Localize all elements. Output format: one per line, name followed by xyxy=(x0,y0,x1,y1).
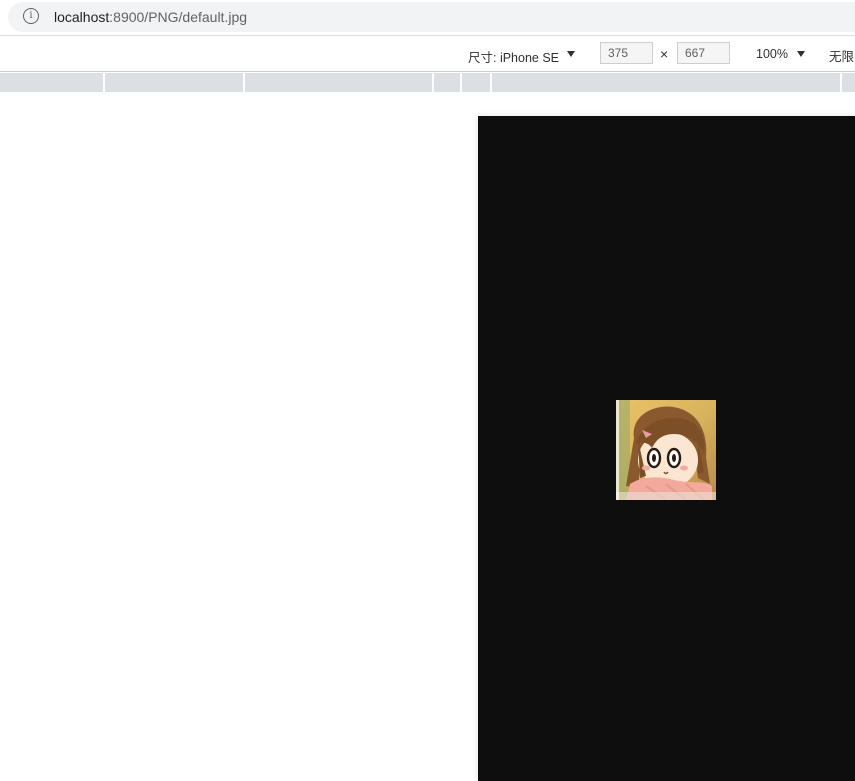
height-input[interactable]: 667 xyxy=(677,42,730,64)
width-input[interactable]: 375 xyxy=(600,42,653,64)
media-query-divider xyxy=(490,73,492,92)
media-query-divider xyxy=(103,73,105,92)
url-host: localhost xyxy=(54,9,110,25)
zoom-select-label[interactable]: 100% xyxy=(756,47,788,61)
caret-down-icon[interactable] xyxy=(797,51,805,57)
media-query-bar[interactable] xyxy=(0,73,855,92)
media-query-divider xyxy=(840,73,842,92)
device-viewport xyxy=(478,116,855,781)
device-select-label[interactable]: 尺寸: iPhone SE xyxy=(468,47,559,66)
url-path: :8900/PNG/default.jpg xyxy=(109,9,248,25)
device-toolbar: 尺寸: iPhone SE 375 × 667 100% 无限 xyxy=(0,36,855,72)
url-text[interactable]: localhost:8900/PNG/default.jpg xyxy=(54,9,247,25)
caret-down-icon[interactable] xyxy=(567,51,575,57)
media-query-divider xyxy=(460,73,462,92)
throttling-select-label[interactable]: 无限 xyxy=(829,46,854,65)
address-bar-row: i localhost:8900/PNG/default.jpg xyxy=(0,0,855,36)
anime-girl-image xyxy=(616,400,716,500)
viewport-area xyxy=(0,92,855,781)
info-icon[interactable]: i xyxy=(23,8,39,24)
times-symbol: × xyxy=(660,46,669,62)
media-query-divider xyxy=(432,73,434,92)
media-query-divider xyxy=(243,73,245,92)
